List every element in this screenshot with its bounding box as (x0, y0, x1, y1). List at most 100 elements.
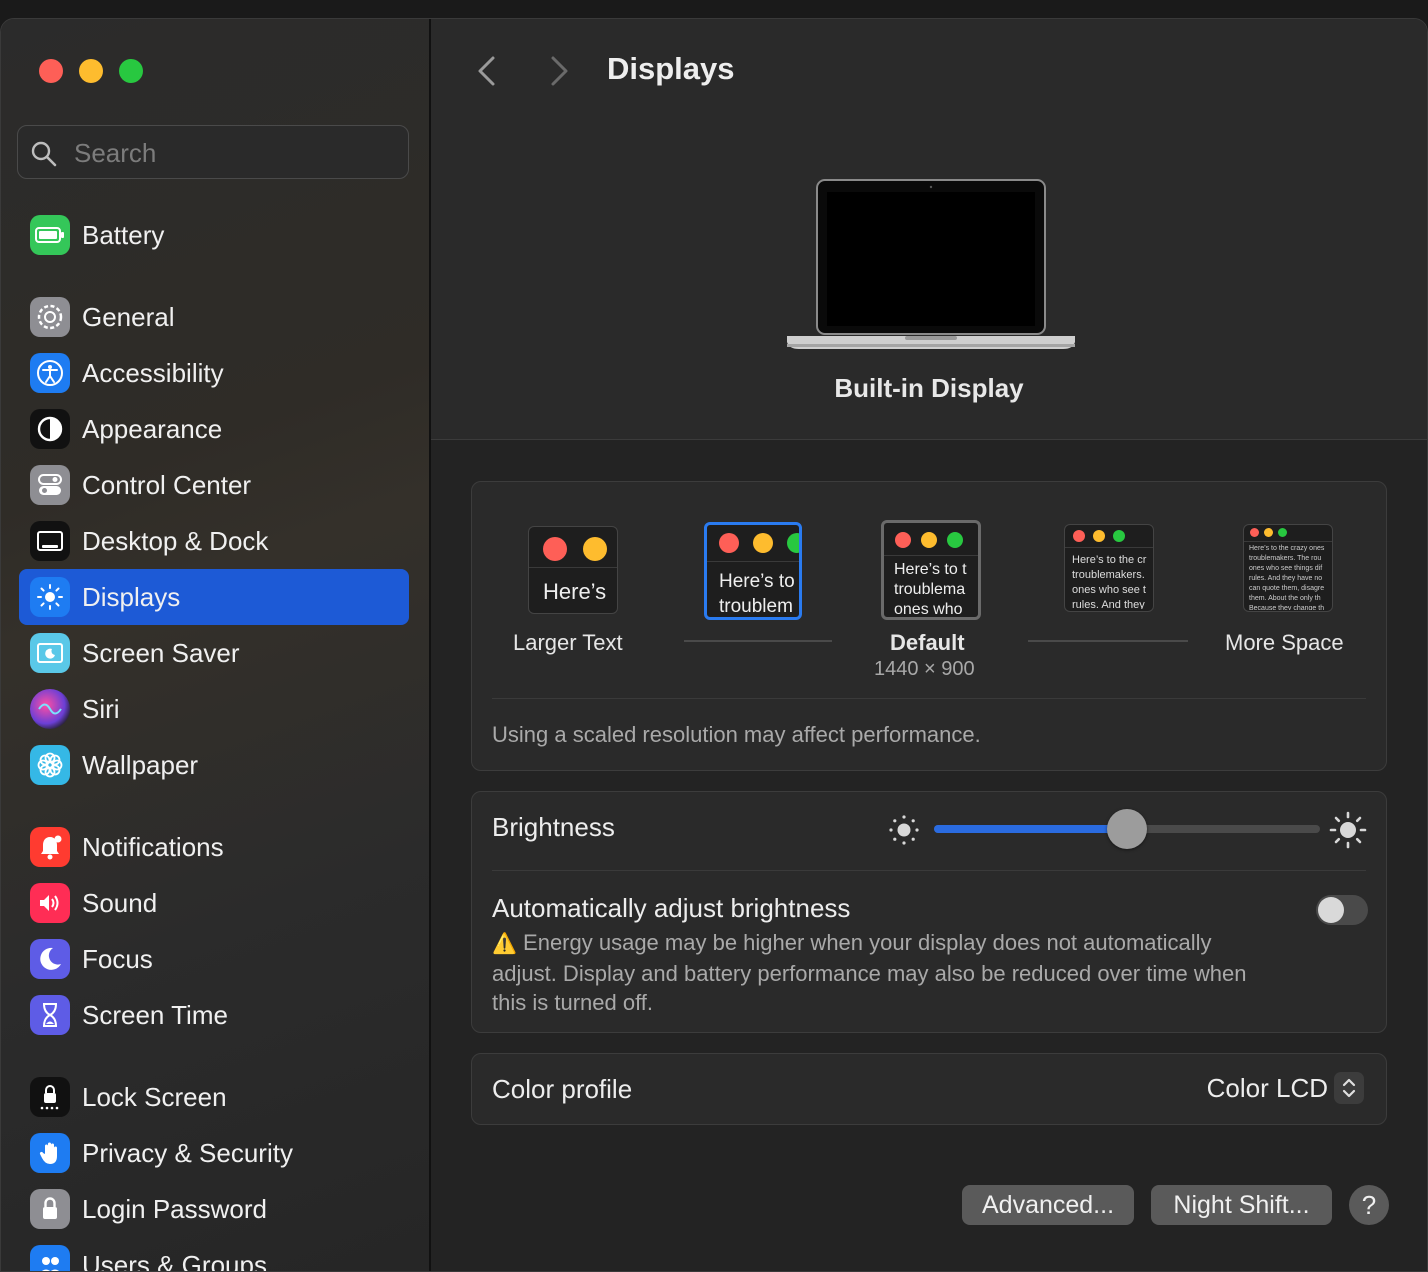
sidebar-item-screen-time[interactable]: Screen Time (19, 987, 409, 1043)
brightness-label: Brightness (492, 812, 615, 843)
resolution-option-4[interactable]: Here’s to the cr troublemakers. ones who… (1064, 524, 1154, 612)
resolution-option-2[interactable]: Here’s to troublem (704, 522, 802, 620)
resolution-note: Using a scaled resolution may affect per… (492, 720, 981, 749)
hourglass-icon (30, 995, 70, 1035)
warning-icon: ⚠️ (492, 933, 517, 955)
laptop-icon[interactable] (785, 179, 1077, 354)
sidebar-item-label: Displays (82, 582, 180, 613)
auto-brightness-label: Automatically adjust brightness (492, 893, 850, 924)
sidebar-item-label: Battery (82, 220, 164, 251)
sidebar-item-desktop-dock[interactable]: Desktop & Dock (19, 513, 409, 569)
resolution-option-default[interactable]: Here’s to t troublema ones who (881, 520, 981, 620)
search-input[interactable] (72, 134, 396, 172)
brightness-slider[interactable] (934, 825, 1320, 833)
resolution-preview-text: Here’s to t troublema ones who (894, 560, 978, 614)
sidebar-item-label: Login Password (82, 1194, 267, 1225)
brightness-slider-knob[interactable] (1107, 809, 1147, 849)
close-button[interactable] (39, 59, 63, 83)
sidebar-item-battery[interactable]: Battery (19, 207, 409, 263)
divider (492, 870, 1366, 871)
sidebar-item-general[interactable]: General (19, 289, 409, 345)
sidebar-item-label: Accessibility (82, 358, 224, 389)
sidebar-item-users-groups[interactable]: Users & Groups (19, 1237, 409, 1272)
sidebar-item-label: Users & Groups (82, 1250, 267, 1272)
sidebar-item-siri[interactable]: Siri (19, 681, 409, 737)
users-icon (30, 1245, 70, 1272)
divider (492, 698, 1366, 699)
wallpaper-icon (30, 745, 70, 785)
warning-text: Energy usage may be higher when your dis… (492, 930, 1247, 1015)
sidebar-item-sound[interactable]: Sound (19, 875, 409, 931)
display-hero: Displays Built-in Display (431, 19, 1427, 440)
brightness-high-icon (1328, 810, 1368, 850)
display-name: Built-in Display (431, 373, 1427, 404)
sidebar-item-label: Focus (82, 944, 153, 975)
resolution-dimensions: 1440 × 900 (874, 658, 975, 681)
sidebar-item-label: Desktop & Dock (82, 526, 268, 557)
color-profile-value: Color LCD (1207, 1073, 1328, 1104)
brightness-low-icon (886, 812, 922, 848)
popup-chevron-icon (1334, 1072, 1364, 1104)
sidebar-item-label: Sound (82, 888, 157, 919)
sidebar-item-label: Notifications (82, 832, 224, 863)
sidebar-item-notifications[interactable]: Notifications (19, 819, 409, 875)
sidebar-item-control-center[interactable]: Control Center (19, 457, 409, 513)
screen-saver-icon (30, 633, 70, 673)
help-button[interactable]: ? (1349, 1185, 1389, 1225)
resolution-track (684, 640, 832, 642)
color-profile-label: Color profile (492, 1074, 632, 1105)
desktop-dock-icon (30, 521, 70, 561)
lock-icon (30, 1189, 70, 1229)
sidebar-item-displays[interactable]: Displays (19, 569, 409, 625)
resolution-card: Here’s Larger Text Here’s to troublem (471, 481, 1387, 771)
brightness-slider-fill (934, 825, 1127, 833)
resolution-preview-text: Here’s to the cr troublemakers. ones who… (1072, 553, 1152, 609)
main-content: Displays Built-in Display Here’s (431, 19, 1427, 1271)
control-center-icon (30, 465, 70, 505)
minimize-button[interactable] (79, 59, 103, 83)
resolution-preview-text: Here’s to troublem (719, 569, 799, 615)
sidebar-item-accessibility[interactable]: Accessibility (19, 345, 409, 401)
advanced-button[interactable]: Advanced... (962, 1185, 1134, 1225)
resolution-option-larger-text[interactable]: Here’s (528, 526, 618, 614)
battery-icon (30, 215, 70, 255)
sidebar-item-screen-saver[interactable]: Screen Saver (19, 625, 409, 681)
window-controls (39, 59, 143, 83)
settings-window: Battery General Accessibility (0, 18, 1428, 1272)
resolution-preview-text: Here’s (543, 579, 606, 605)
toggle-knob (1318, 897, 1344, 923)
resolution-option-more-space[interactable]: Here’s to the crazy ones troublemakers. … (1243, 524, 1333, 612)
sidebar-item-label: General (82, 302, 175, 333)
sidebar-item-label: Screen Saver (82, 638, 240, 669)
auto-brightness-toggle[interactable] (1316, 895, 1368, 925)
resolution-label: More Space (1225, 630, 1344, 656)
sidebar-item-lock-screen[interactable]: Lock Screen (19, 1069, 409, 1125)
auto-brightness-warning: ⚠️ Energy usage may be higher when your … (492, 928, 1282, 1017)
back-chevron-icon[interactable] (475, 55, 499, 87)
brightness-card: Brightness Automatically adjust brightne… (471, 791, 1387, 1033)
sidebar-item-privacy-security[interactable]: Privacy & Security (19, 1125, 409, 1181)
color-profile-popup[interactable]: Color LCD (1207, 1072, 1364, 1104)
accessibility-icon (30, 353, 70, 393)
appearance-icon (30, 409, 70, 449)
resolution-preview-text: Here’s to the crazy ones troublemakers. … (1249, 544, 1332, 610)
speaker-icon (30, 883, 70, 923)
sidebar-item-label: Appearance (82, 414, 222, 445)
displays-icon (30, 577, 70, 617)
sidebar-item-login-password[interactable]: Login Password (19, 1181, 409, 1237)
hand-icon (30, 1133, 70, 1173)
sidebar-item-label: Screen Time (82, 1000, 228, 1031)
bell-icon (30, 827, 70, 867)
search-field[interactable] (17, 125, 409, 179)
gear-icon (30, 297, 70, 337)
color-profile-card: Color profile Color LCD (471, 1053, 1387, 1125)
siri-icon (30, 689, 70, 729)
moon-icon (30, 939, 70, 979)
sidebar-item-label: Siri (82, 694, 120, 725)
zoom-button[interactable] (119, 59, 143, 83)
night-shift-button[interactable]: Night Shift... (1151, 1185, 1332, 1225)
sidebar-item-focus[interactable]: Focus (19, 931, 409, 987)
sidebar-item-appearance[interactable]: Appearance (19, 401, 409, 457)
sidebar-item-wallpaper[interactable]: Wallpaper (19, 737, 409, 793)
forward-chevron-icon[interactable] (547, 55, 571, 87)
